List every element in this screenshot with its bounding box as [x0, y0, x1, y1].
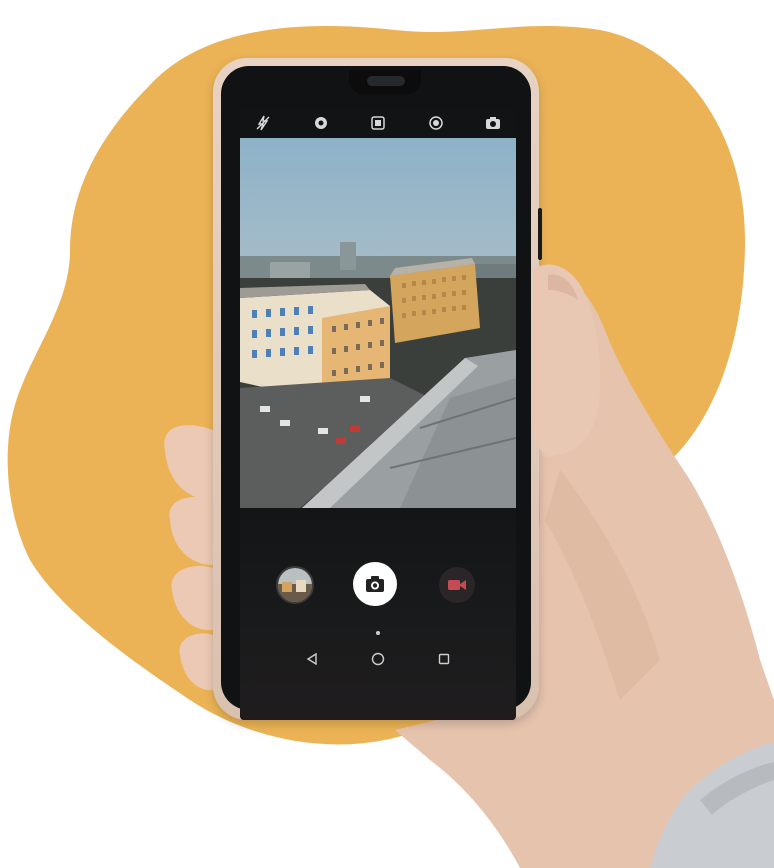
camera-viewfinder[interactable] — [240, 138, 516, 508]
back-triangle-icon[interactable] — [302, 649, 322, 669]
recents-square-icon[interactable] — [434, 649, 454, 669]
smartphone — [213, 58, 542, 720]
power-button — [538, 208, 542, 260]
photo-scene — [0, 0, 774, 868]
camera-controls — [240, 508, 516, 720]
page-indicator-dot — [376, 631, 380, 635]
camera-top-bar — [240, 108, 516, 138]
home-circle-icon[interactable] — [368, 649, 388, 669]
shutter-button[interactable] — [353, 562, 397, 606]
gallery-thumbnail[interactable] — [276, 566, 314, 604]
video-mode-button[interactable] — [439, 567, 475, 603]
phone-screen — [240, 108, 516, 720]
flash-off-icon[interactable] — [254, 114, 272, 132]
switch-camera-icon[interactable] — [484, 114, 502, 132]
video-camera-icon — [448, 580, 466, 590]
earpiece — [367, 76, 405, 86]
mode-icon[interactable] — [427, 114, 445, 132]
aperture-icon[interactable] — [312, 114, 330, 132]
system-nav-bar — [240, 649, 516, 673]
camera-icon — [366, 576, 384, 592]
filter-icon[interactable] — [369, 114, 387, 132]
